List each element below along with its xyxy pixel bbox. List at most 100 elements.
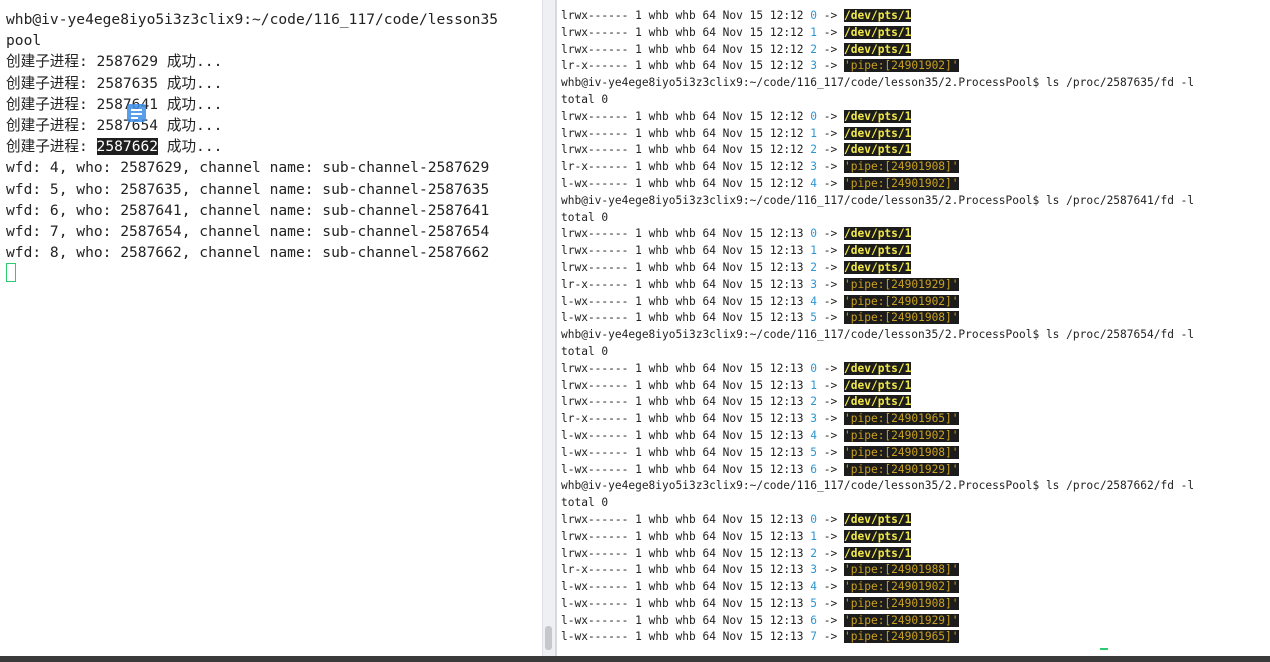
- fd-owner-info: 1 whb whb 64 Nov 15: [635, 59, 764, 73]
- fd-owner-info: 1 whb whb 64 Nov 15: [635, 462, 764, 476]
- fd-owner-info: 1 whb whb 64 Nov 15: [635, 596, 764, 610]
- fd-target: 'pipe:[24901965]': [844, 630, 959, 644]
- fd-owner-info: 1 whb whb 64 Nov 15: [635, 42, 764, 56]
- terminal-line: wfd: 4, who: 2587629, channel name: sub-…: [6, 157, 498, 178]
- fd-time: 12:13: [769, 412, 804, 426]
- fd-permissions: l-wx------: [561, 176, 629, 190]
- fd-owner-info: 1 whb whb 64 Nov 15: [635, 126, 764, 140]
- fd-target: 'pipe:[24901908]': [844, 160, 959, 174]
- line-text: wfd: 5, who: 2587635, channel name: sub-…: [6, 180, 490, 198]
- fd-time: 12:13: [769, 445, 804, 459]
- terminal-cursor[interactable]: [6, 263, 16, 283]
- fd-target: 'pipe:[24901902]': [844, 580, 959, 594]
- fd-time: 12:13: [769, 311, 804, 325]
- fd-owner-info: 1 whb whb 64 Nov 15: [635, 630, 764, 644]
- fd-target: /dev/pts/1: [844, 42, 912, 56]
- fd-time: 12:13: [769, 580, 804, 594]
- terminal-line: 创建子进程: 2587662 成功...: [6, 136, 498, 157]
- terminal-line: l-wx------ 1 whb whb 64 Nov 15 12:13 5 -…: [561, 310, 1194, 327]
- selected-pid[interactable]: 2587662: [96, 138, 159, 156]
- status-bar: [0, 656, 1270, 662]
- left-scrollbar[interactable]: [542, 0, 555, 656]
- fd-permissions: lrwx------: [561, 9, 629, 22]
- terminal-line: wfd: 6, who: 2587641, channel name: sub-…: [6, 200, 498, 221]
- terminal-line: lrwx------ 1 whb whb 64 Nov 15 12:13 2 -…: [561, 260, 1194, 277]
- fd-target: 'pipe:[24901902]': [844, 59, 959, 73]
- fd-target: /dev/pts/1: [844, 546, 912, 560]
- terminal-line: lrwx------ 1 whb whb 64 Nov 15 12:12 1 -…: [561, 25, 1194, 42]
- fd-permissions: l-wx------: [561, 428, 629, 442]
- fd-owner-info: 1 whb whb 64 Nov 15: [635, 227, 764, 241]
- fd-arrow: ->: [823, 412, 838, 426]
- line-text: 创建子进程: 2587641 成功...: [6, 95, 223, 113]
- fd-permissions: l-wx------: [561, 580, 629, 594]
- fd-owner-info: 1 whb whb 64 Nov 15: [635, 311, 764, 325]
- document-icon[interactable]: [127, 104, 146, 122]
- shell-prompt: whb@iv-ye4ege8iyo5i3z3clix9:~/code/116_1…: [561, 76, 1195, 90]
- terminal-line: whb@iv-ye4ege8iyo5i3z3clix9:~/code/116_1…: [561, 75, 1194, 92]
- fd-permissions: l-wx------: [561, 630, 629, 644]
- fd-time: 12:12: [769, 25, 804, 39]
- fd-target: /dev/pts/1: [844, 395, 912, 409]
- fd-permissions: lrwx------: [561, 361, 629, 375]
- right-terminal-output: lrwx------ 1 whb whb 64 Nov 15 12:12 0 -…: [561, 8, 1194, 646]
- fd-arrow: ->: [823, 59, 838, 73]
- fd-arrow: ->: [823, 160, 838, 174]
- terminal-line: 创建子进程: 2587654 成功...: [6, 115, 498, 136]
- fd-time: 12:12: [769, 160, 804, 174]
- fd-owner-info: 1 whb whb 64 Nov 15: [635, 143, 764, 157]
- fd-target: 'pipe:[24901929]': [844, 462, 959, 476]
- terminal-line: wfd: 8, who: 2587662, channel name: sub-…: [6, 242, 498, 263]
- line-text: wfd: 7, who: 2587654, channel name: sub-…: [6, 223, 490, 241]
- fd-permissions: lrwx------: [561, 126, 629, 140]
- line-text: 创建子进程:: [6, 138, 97, 156]
- fd-time: 12:13: [769, 428, 804, 442]
- line-text: 创建子进程: 2587654 成功...: [6, 117, 223, 135]
- right-terminal-pane[interactable]: lrwx------ 1 whb whb 64 Nov 15 12:12 0 -…: [557, 0, 1270, 656]
- fd-owner-info: 1 whb whb 64 Nov 15: [635, 428, 764, 442]
- terminal-line: [6, 263, 498, 285]
- fd-arrow: ->: [823, 277, 838, 291]
- fd-target: /dev/pts/1: [844, 260, 912, 274]
- terminal-line: lr-x------ 1 whb whb 64 Nov 15 12:13 3 -…: [561, 562, 1194, 579]
- terminal-line: lrwx------ 1 whb whb 64 Nov 15 12:12 0 -…: [561, 109, 1194, 126]
- line-text: total 0: [561, 344, 609, 358]
- left-terminal-pane[interactable]: whb@iv-ye4ege8iyo5i3z3clix9:~/code/116_1…: [0, 0, 542, 656]
- fd-permissions: lr-x------: [561, 277, 629, 291]
- fd-permissions: lrwx------: [561, 512, 629, 526]
- fd-permissions: lrwx------: [561, 529, 629, 543]
- fd-target: 'pipe:[24901988]': [844, 563, 959, 577]
- terminal-line: total 0: [561, 210, 1194, 227]
- fd-owner-info: 1 whb whb 64 Nov 15: [635, 546, 764, 560]
- fd-arrow: ->: [823, 244, 838, 258]
- fd-arrow: ->: [823, 126, 838, 140]
- terminal-line: total 0: [561, 344, 1194, 361]
- fd-time: 12:12: [769, 143, 804, 157]
- terminal-line: lrwx------ 1 whb whb 64 Nov 15 12:13 1 -…: [561, 243, 1194, 260]
- shell-prompt: whb@iv-ye4ege8iyo5i3z3clix9:~/code/116_1…: [561, 479, 1195, 493]
- fd-permissions: lrwx------: [561, 143, 629, 157]
- fd-target: 'pipe:[24901929]': [844, 277, 959, 291]
- shell-prompt: whb@iv-ye4ege8iyo5i3z3clix9:~/code/116_1…: [561, 328, 1195, 342]
- terminal-line: lrwx------ 1 whb whb 64 Nov 15 12:13 0 -…: [561, 226, 1194, 243]
- fd-permissions: lrwx------: [561, 25, 629, 39]
- fd-arrow: ->: [823, 596, 838, 610]
- fd-arrow: ->: [823, 227, 838, 241]
- terminal-line: lr-x------ 1 whb whb 64 Nov 15 12:12 3 -…: [561, 58, 1194, 75]
- fd-permissions: l-wx------: [561, 294, 629, 308]
- fd-arrow: ->: [823, 361, 838, 375]
- fd-target: 'pipe:[24901908]': [844, 445, 959, 459]
- fd-time: 12:12: [769, 59, 804, 73]
- fd-time: 12:13: [769, 294, 804, 308]
- fd-target: 'pipe:[24901902]': [844, 176, 959, 190]
- line-text: total 0: [561, 92, 609, 106]
- line-text: pool: [6, 32, 42, 50]
- fd-arrow: ->: [823, 109, 838, 123]
- fd-owner-info: 1 whb whb 64 Nov 15: [635, 294, 764, 308]
- terminal-line: l-wx------ 1 whb whb 64 Nov 15 12:13 4 -…: [561, 294, 1194, 311]
- left-scroll-thumb[interactable]: [545, 626, 552, 650]
- fd-time: 12:12: [769, 176, 804, 190]
- line-text: 创建子进程: 2587635 成功...: [6, 74, 223, 92]
- fd-owner-info: 1 whb whb 64 Nov 15: [635, 244, 764, 258]
- fd-permissions: l-wx------: [561, 462, 629, 476]
